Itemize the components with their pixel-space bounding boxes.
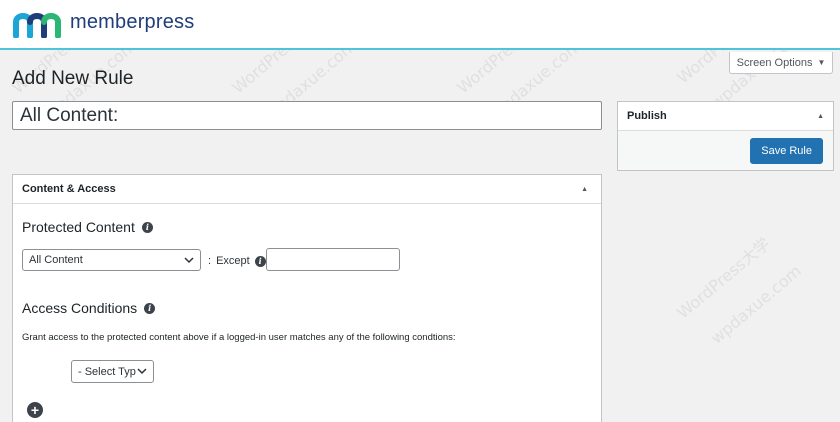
access-conditions-heading: Access Conditions i xyxy=(22,300,156,316)
collapse-arrow-icon[interactable]: ▲ xyxy=(581,186,588,193)
chevron-down-icon xyxy=(184,256,194,263)
info-icon[interactable]: i xyxy=(141,221,153,233)
content-access-panel: Content & Access ▲ Protected Content i A… xyxy=(12,174,602,422)
publish-panel-title: Publish xyxy=(627,110,667,122)
page-title: Add New Rule xyxy=(12,68,134,89)
chevron-down-icon xyxy=(137,368,147,375)
info-icon[interactable]: i xyxy=(254,255,266,267)
access-conditions-description: Grant access to the protected content ab… xyxy=(22,332,456,343)
except-input[interactable] xyxy=(266,248,400,271)
condition-type-value: - Select Typ xyxy=(78,365,136,378)
top-bar: memberpress xyxy=(0,0,840,50)
access-conditions-title: Access Conditions xyxy=(22,300,138,316)
info-icon[interactable]: i xyxy=(144,302,156,314)
publish-panel-body: Save Rule xyxy=(618,131,833,170)
protected-content-type-select[interactable]: All Content xyxy=(22,249,201,271)
colon-separator: : xyxy=(208,255,212,267)
watermark: WordPress大学 xyxy=(673,233,774,323)
publish-panel-header[interactable]: Publish ▲ xyxy=(618,102,833,131)
except-label-group: : Except i xyxy=(208,255,266,267)
condition-type-select[interactable]: - Select Typ xyxy=(71,360,154,383)
watermark: wpdaxue.com xyxy=(706,261,805,348)
protected-content-title: Protected Content xyxy=(22,219,135,235)
protected-content-type-value: All Content xyxy=(29,254,83,266)
brand-name: memberpress xyxy=(70,11,195,33)
protected-content-heading: Protected Content i xyxy=(22,219,153,235)
content-access-title: Content & Access xyxy=(22,183,116,195)
save-rule-button[interactable]: Save Rule xyxy=(750,138,823,164)
publish-panel: Publish ▲ Save Rule xyxy=(617,101,834,171)
caret-down-icon: ▼ xyxy=(817,58,826,67)
content-access-header[interactable]: Content & Access ▲ xyxy=(13,175,601,204)
memberpress-logo-icon xyxy=(13,13,61,38)
memberpress-logo[interactable]: memberpress xyxy=(12,8,194,38)
except-label: Except xyxy=(216,255,250,267)
screen-options-label: Screen Options xyxy=(736,56,813,69)
rule-title-input[interactable] xyxy=(12,101,602,130)
collapse-arrow-icon[interactable]: ▲ xyxy=(817,113,824,120)
screen-options-button[interactable]: Screen Options ▼ xyxy=(729,52,833,74)
add-condition-plus-icon[interactable]: + xyxy=(27,402,43,418)
